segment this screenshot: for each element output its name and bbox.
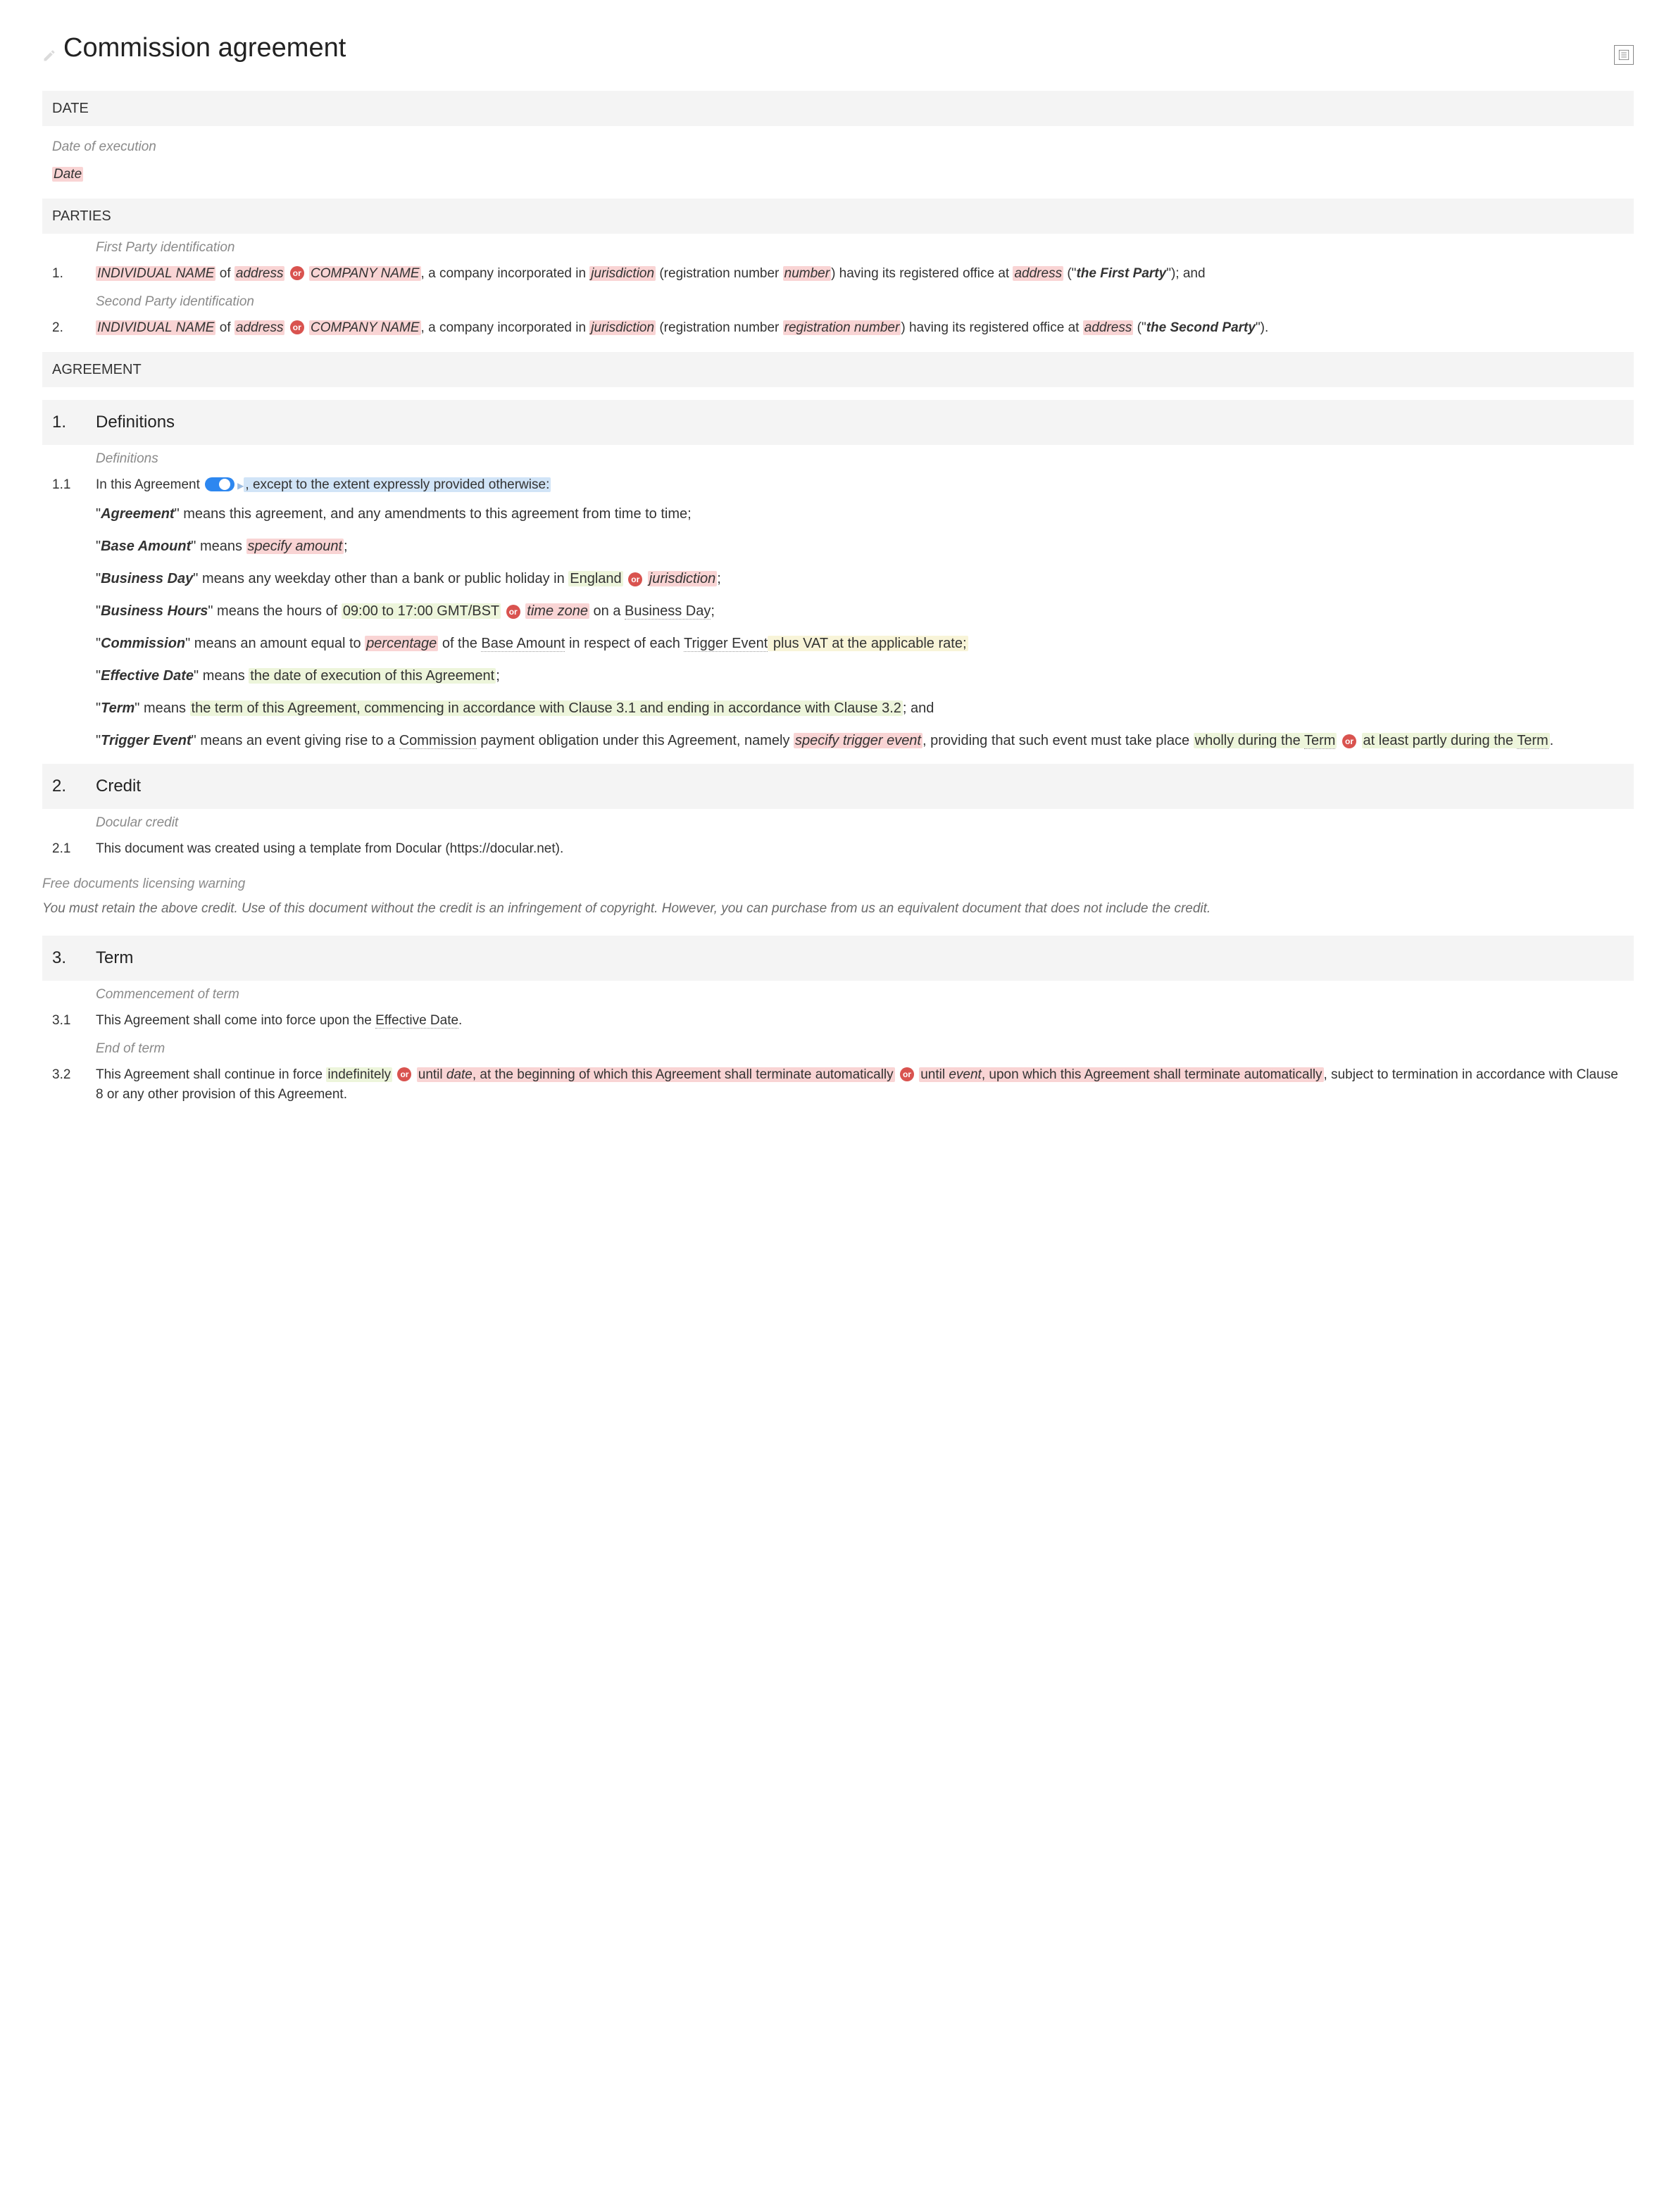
base-amount-ref[interactable]: Base Amount <box>481 636 565 652</box>
term-option[interactable]: the term of this Agreement, commencing i… <box>190 700 903 716</box>
definitions-note: Definitions <box>96 445 1624 471</box>
section-date-head: DATE <box>42 91 1634 126</box>
party2-row: 2. INDIVIDUAL NAME of address or COMPANY… <box>42 314 1634 343</box>
or-chip[interactable]: or <box>290 266 304 280</box>
party1-number: 1. <box>52 264 96 284</box>
party2-company[interactable]: COMPANY NAME <box>309 320 421 335</box>
or-chip[interactable]: or <box>900 1067 914 1081</box>
clause-3-header: 3. Term <box>42 936 1634 981</box>
trigger-event-ref[interactable]: Trigger Event <box>684 636 768 652</box>
or-chip[interactable]: or <box>397 1067 411 1081</box>
clause-2-header: 2. Credit <box>42 764 1634 809</box>
effective-date-option[interactable]: the date of execution of this Agreement <box>249 668 496 684</box>
or-chip[interactable]: or <box>290 320 304 334</box>
jurisdiction-field[interactable]: jurisdiction <box>648 571 717 586</box>
clause-2-1: 2.1 This document was created using a te… <box>42 835 1634 864</box>
commencement-note: Commencement of term <box>96 981 1624 1007</box>
credit-note: Docular credit <box>96 809 1624 835</box>
party1-jurisdiction[interactable]: jurisdiction <box>589 266 656 281</box>
party2-label: the Second Party <box>1146 320 1256 335</box>
party2-note: Second Party identification <box>96 288 1624 314</box>
licensing-warning-head: Free documents licensing warning <box>42 863 1634 896</box>
party2-regnum[interactable]: registration number <box>783 320 901 335</box>
clause-1-title: Definitions <box>96 410 175 435</box>
timezone-field[interactable]: time zone <box>525 603 589 619</box>
trigger-event-field[interactable]: specify trigger event <box>794 733 923 748</box>
party1-indiv[interactable]: INDIVIDUAL NAME <box>96 266 215 281</box>
commission-ref[interactable]: Commission <box>399 733 477 749</box>
party2-indiv[interactable]: INDIVIDUAL NAME <box>96 320 215 335</box>
clause-3-1: 3.1 This Agreement shall come into force… <box>42 1007 1634 1036</box>
expand-arrow-icon[interactable]: ▶ <box>237 481 244 491</box>
indefinitely-option[interactable]: indefinitely <box>326 1067 392 1082</box>
until-date-option[interactable]: until date, at the beginning of which th… <box>417 1067 895 1082</box>
clause-3-num: 3. <box>52 945 96 971</box>
party1-addr2[interactable]: address <box>1013 266 1063 281</box>
clause-1-num: 1. <box>52 410 96 435</box>
party2-jurisdiction[interactable]: jurisdiction <box>589 320 656 335</box>
effective-date-ref[interactable]: Effective Date <box>375 1013 458 1029</box>
party1-label: the First Party <box>1076 266 1166 281</box>
toggle-switch[interactable] <box>205 477 234 491</box>
document-header: Commission agreement <box>42 28 1634 81</box>
date-placeholder[interactable]: Date <box>52 167 83 182</box>
until-event-option[interactable]: until event, upon which this Agreement s… <box>919 1067 1323 1082</box>
optional-span[interactable]: , except to the extent expressly provide… <box>244 477 551 492</box>
or-chip[interactable]: or <box>628 572 642 586</box>
party1-addr1[interactable]: address <box>234 266 285 281</box>
clause-1-1-num: 1.1 <box>52 475 96 496</box>
party2-addr1[interactable]: address <box>234 320 285 335</box>
edit-icon <box>42 48 56 62</box>
party1-row: 1. INDIVIDUAL NAME of address or COMPANY… <box>42 260 1634 289</box>
clause-1-1-intro: 1.1 In this Agreement ▶, except to the e… <box>42 471 1634 500</box>
party1-company[interactable]: COMPANY NAME <box>309 266 421 281</box>
list-icon <box>1618 49 1630 61</box>
section-parties-head: PARTIES <box>42 199 1634 234</box>
party2-number: 2. <box>52 318 96 339</box>
party1-note: First Party identification <box>96 234 1624 260</box>
wholly-term-option[interactable]: wholly during the Term <box>1194 733 1337 748</box>
partly-term-option[interactable]: at least partly during the Term <box>1362 733 1550 748</box>
clause-1-header: 1. Definitions <box>42 400 1634 445</box>
clause-2-num: 2. <box>52 774 96 799</box>
clause-3-title: Term <box>96 945 133 971</box>
percentage-field[interactable]: percentage <box>365 636 438 651</box>
business-day-ref[interactable]: Business Day <box>625 603 711 620</box>
clause-2-title: Credit <box>96 774 141 799</box>
section-agreement-head: AGREEMENT <box>42 352 1634 387</box>
base-amount-field[interactable]: specify amount <box>246 539 344 554</box>
page-title: Commission agreement <box>63 28 346 68</box>
or-chip[interactable]: or <box>506 605 520 619</box>
england-option[interactable]: England <box>568 571 623 586</box>
outline-button[interactable] <box>1614 45 1634 65</box>
hours-option[interactable]: 09:00 to 17:00 GMT/BST <box>342 603 501 619</box>
licensing-warning-body: You must retain the above credit. Use of… <box>42 896 1634 924</box>
date-row: Date <box>42 161 1634 189</box>
date-note: Date of execution <box>42 126 1634 161</box>
definitions-list: "Agreement" means this agreement, and an… <box>42 503 1634 751</box>
or-chip[interactable]: or <box>1342 734 1356 748</box>
clause-3-2: 3.2 This Agreement shall continue in for… <box>42 1061 1634 1110</box>
party2-addr2[interactable]: address <box>1083 320 1134 335</box>
party1-regnum[interactable]: number <box>783 266 831 281</box>
end-of-term-note: End of term <box>96 1035 1624 1061</box>
